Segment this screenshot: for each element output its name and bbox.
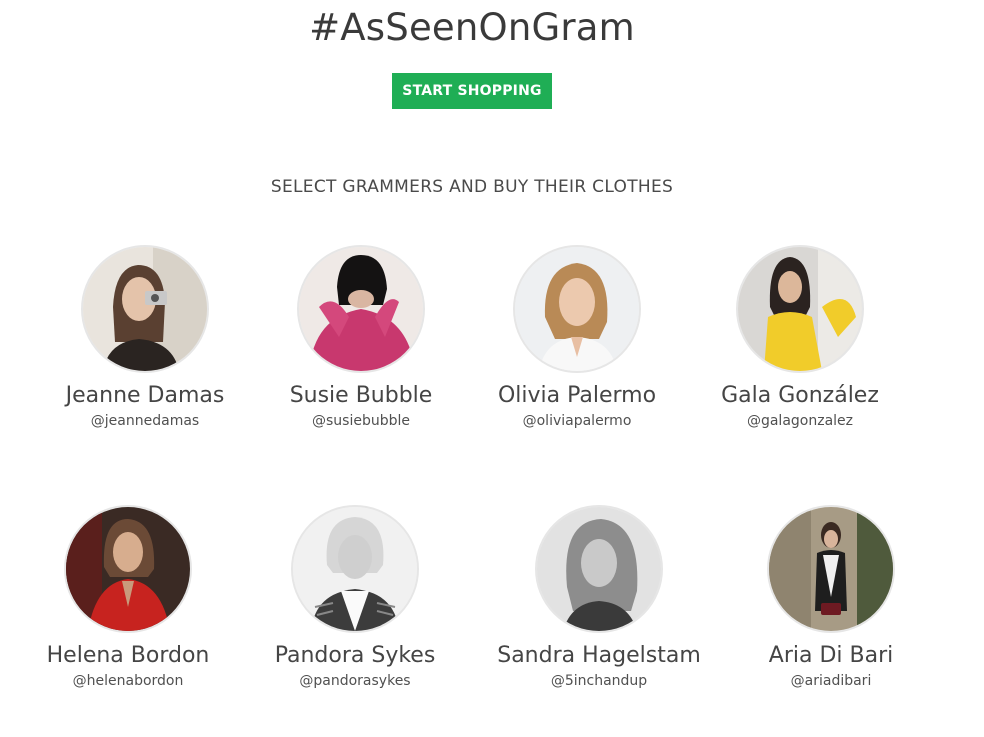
- grammer-handle: @galagonzalez: [746, 413, 854, 429]
- avatar-photo[interactable]: [64, 505, 192, 633]
- portrait-image: [293, 507, 417, 631]
- portrait-image: [83, 247, 207, 371]
- grammer-card-jeanne-damas[interactable]: Jeanne Damas @jeannedamas: [35, 245, 255, 429]
- portrait-image: [66, 507, 190, 631]
- grammer-card-helena-bordon[interactable]: Helena Bordon @helenabordon: [18, 505, 238, 689]
- grammer-name[interactable]: Gala González: [690, 383, 910, 408]
- page-title: #AsSeenOnGram: [309, 6, 635, 49]
- grammer-card-susie-bubble[interactable]: Susie Bubble @susiebubble: [251, 245, 471, 429]
- portrait-image: [515, 247, 639, 371]
- avatar-photo[interactable]: [767, 505, 895, 633]
- portrait-image: [299, 247, 423, 371]
- portrait-image: [769, 507, 893, 631]
- avatar-photo[interactable]: [513, 245, 641, 373]
- avatar-photo[interactable]: [535, 505, 663, 633]
- grammer-handle: @pandorasykes: [299, 673, 411, 689]
- grammer-card-pandora-sykes[interactable]: Pandora Sykes @pandorasykes: [245, 505, 465, 689]
- grammer-card-gala-gonzalez[interactable]: Gala González @galagonzalez: [690, 245, 910, 429]
- grammer-handle: @5inchandup: [550, 673, 648, 689]
- section-subtitle: SELECT GRAMMERS AND BUY THEIR CLOTHES: [270, 177, 674, 197]
- grammer-name[interactable]: Sandra Hagelstam: [489, 643, 709, 668]
- grammer-name[interactable]: Aria Di Bari: [721, 643, 941, 668]
- avatar-photo[interactable]: [297, 245, 425, 373]
- grammer-handle: @susiebubble: [312, 413, 410, 429]
- grammer-name[interactable]: Susie Bubble: [251, 383, 471, 408]
- grammer-handle: @jeannedamas: [90, 413, 200, 429]
- grammer-handle: @helenabordon: [72, 673, 184, 689]
- grammer-card-sandra-hagelstam[interactable]: Sandra Hagelstam @5inchandup: [489, 505, 709, 689]
- portrait-image: [537, 507, 661, 631]
- grammer-handle: @ariadibari: [790, 673, 872, 689]
- avatar-photo[interactable]: [736, 245, 864, 373]
- portrait-image: [738, 247, 862, 371]
- grammer-card-olivia-palermo[interactable]: Olivia Palermo @oliviapalermo: [467, 245, 687, 429]
- avatar-photo[interactable]: [81, 245, 209, 373]
- grammer-name[interactable]: Jeanne Damas: [35, 383, 255, 408]
- grammer-name[interactable]: Olivia Palermo: [467, 383, 687, 408]
- grammer-name[interactable]: Pandora Sykes: [245, 643, 465, 668]
- grammer-name[interactable]: Helena Bordon: [18, 643, 238, 668]
- avatar-photo[interactable]: [291, 505, 419, 633]
- grammer-handle: @oliviapalermo: [522, 413, 632, 429]
- start-shopping-button[interactable]: START SHOPPING: [392, 73, 552, 109]
- grammer-card-aria-di-bari[interactable]: Aria Di Bari @ariadibari: [721, 505, 941, 689]
